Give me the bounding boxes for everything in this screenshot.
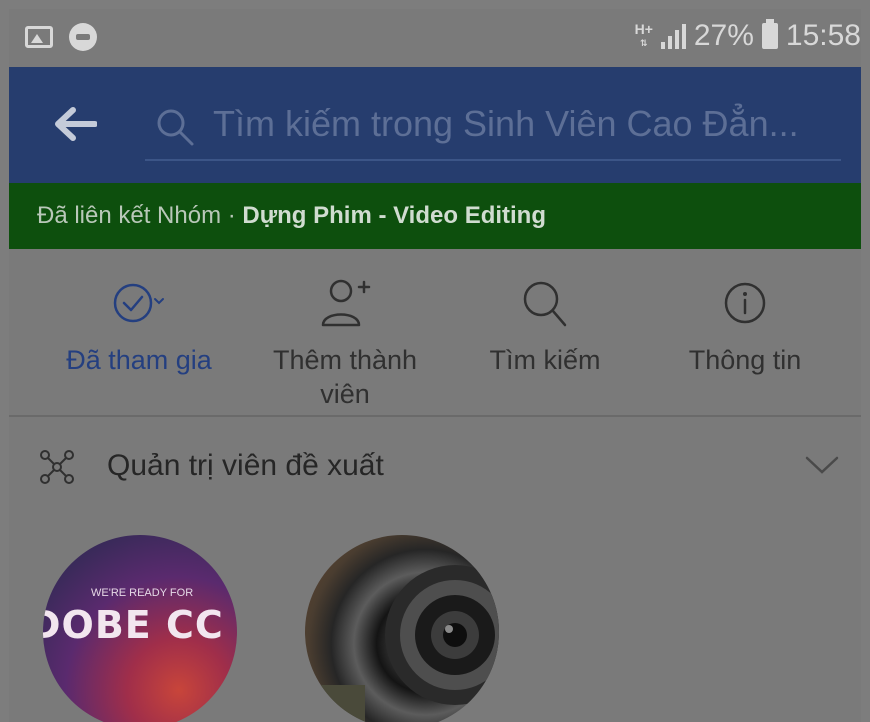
admin-avatar[interactable]	[305, 535, 499, 722]
back-arrow-icon[interactable]	[53, 107, 97, 141]
data-saver-icon	[69, 23, 97, 51]
phone-screen: H+ ⇅ 27% 15:58 Tìm kiếm trong Sinh Viên …	[9, 9, 861, 722]
suggested-admin-list: WE'RE READY FOR DOBE CC 201	[9, 529, 861, 722]
network-type-icon: H+ ⇅	[634, 21, 653, 48]
section-title: Quản trị viên đề xuất	[107, 449, 384, 482]
avatar-text-small: WE'RE READY FOR	[91, 587, 194, 599]
info-label: Thông tin	[688, 345, 802, 375]
image-notification-icon	[25, 26, 53, 48]
battery-icon	[761, 19, 778, 49]
search-input[interactable]: Tìm kiếm trong Sinh Viên Cao Đẳn...	[145, 97, 841, 161]
check-circle-icon	[113, 283, 164, 323]
network-type-label: H+	[634, 21, 653, 37]
suggested-admins-header[interactable]: Quản trị viên đề xuất	[9, 417, 861, 517]
info-icon	[724, 282, 766, 324]
add-person-icon	[321, 279, 371, 327]
search-header: Tìm kiếm trong Sinh Viên Cao Đẳn...	[9, 67, 861, 183]
search-label: Tìm kiếm	[489, 345, 601, 375]
search-placeholder: Tìm kiếm trong Sinh Viên Cao Đẳn...	[213, 103, 799, 144]
linked-group-prefix: Đã liên kết Nhóm ·	[37, 202, 243, 229]
status-bar: H+ ⇅ 27% 15:58	[9, 9, 861, 67]
status-notifications	[25, 23, 97, 51]
linked-group-name: Dựng Phim - Video Editing	[242, 202, 547, 229]
add-member-label: Thêm thành viên	[272, 345, 418, 409]
battery-percent: 27%	[693, 19, 754, 52]
search-icon	[157, 109, 194, 146]
group-action-bar: Đã tham gia Thêm thành viên Tìm kiếm Thô…	[9, 249, 861, 417]
screenshot-frame: H+ ⇅ 27% 15:58 Tìm kiếm trong Sinh Viên …	[0, 0, 870, 722]
signal-icon	[660, 23, 686, 49]
joined-button[interactable]: Đã tham gia	[39, 277, 239, 377]
chevron-down-icon[interactable]	[805, 455, 839, 475]
avatar-text-big: DOBE CC 201	[43, 603, 237, 647]
network-icon	[40, 450, 74, 484]
clock: 15:58	[785, 19, 861, 52]
joined-label: Đã tham gia	[66, 345, 212, 375]
linked-group-banner[interactable]: Đã liên kết Nhóm · Dựng Phim - Video Edi…	[9, 183, 861, 249]
admin-avatar[interactable]: WE'RE READY FOR DOBE CC 201	[43, 535, 237, 722]
camera-lens-image	[305, 565, 499, 722]
info-button[interactable]: Thông tin	[645, 277, 845, 377]
search-action-icon	[523, 281, 567, 327]
add-member-button[interactable]: Thêm thành viên	[245, 277, 445, 411]
status-indicators: H+ ⇅ 27% 15:58	[635, 19, 861, 53]
search-button[interactable]: Tìm kiếm	[445, 277, 645, 377]
